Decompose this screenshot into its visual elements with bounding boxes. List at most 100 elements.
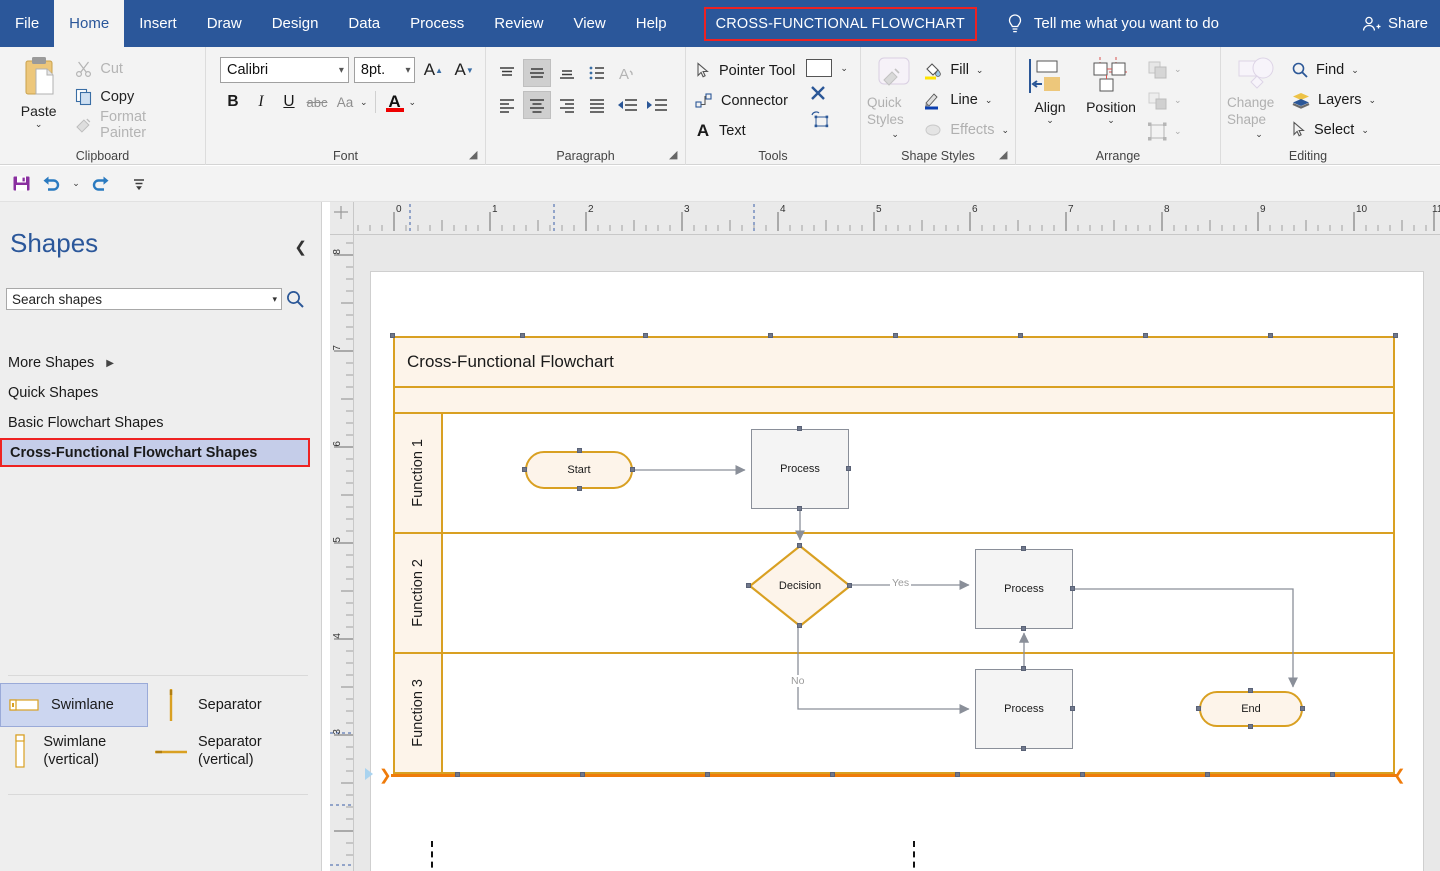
pointer-transform-icon[interactable] [809,109,831,129]
selection-handle[interactable] [830,772,835,777]
selection-arrow-left-icon[interactable]: ❯ [379,768,392,783]
pointer-tool-button[interactable]: Pointer Tool [692,57,798,84]
selection-handle[interactable] [577,486,582,491]
send-backward-dropdown-icon[interactable]: ⌄ [1174,95,1182,106]
group-dropdown-icon[interactable]: ⌄ [1174,126,1182,137]
stencil-item-separator-vertical[interactable]: Separator (vertical) [148,729,308,773]
selection-handle[interactable] [955,772,960,777]
selection-handle[interactable] [705,772,710,777]
quick-styles-button[interactable]: Quick Styles ⌄ [867,51,923,140]
selection-handle[interactable] [580,772,585,777]
selection-handle[interactable] [522,467,527,472]
selection-handle[interactable] [847,583,852,588]
find-dropdown-icon[interactable]: ⌄ [1351,65,1359,76]
font-size-combo[interactable]: 8pt. ▾ [354,57,416,83]
tab-insert[interactable]: Insert [124,0,192,47]
tab-data[interactable]: Data [333,0,395,47]
strikethrough-button[interactable]: abc [304,89,330,115]
chevron-down-icon[interactable]: ▾ [272,294,277,305]
line-button[interactable]: Line ⌄ [923,87,1009,113]
increase-font-size-button[interactable]: A▲ [420,57,446,83]
sidebar-item-cross-functional-flowchart-shapes[interactable]: Cross-Functional Flowchart Shapes [0,438,310,467]
change-case-dropdown-icon[interactable]: ⌄ [360,97,368,108]
tab-review[interactable]: Review [479,0,558,47]
align-left-button[interactable] [493,91,521,119]
rectangle-tool-icon[interactable] [806,59,832,77]
line-dropdown-icon[interactable]: ⌄ [985,95,993,106]
sidebar-item-more-shapes[interactable]: More Shapes ▶ [0,348,322,378]
font-color-dropdown-icon[interactable]: ⌄ [409,97,417,108]
tab-file[interactable]: File [0,0,54,47]
selection-handle[interactable] [630,467,635,472]
tab-draw[interactable]: Draw [192,0,257,47]
text-direction-button[interactable]: A [613,59,641,87]
copy-button[interactable]: Copy [71,85,199,109]
align-button[interactable]: Align ⌄ [1022,51,1078,126]
bring-forward-dropdown-icon[interactable]: ⌄ [1174,64,1182,75]
bring-forward-button[interactable]: ⌄ [1144,55,1184,84]
stencil-item-swimlane-vertical[interactable]: Swimlane (vertical) [0,729,148,773]
layers-button[interactable]: Layers ⌄ [1291,87,1376,113]
search-input[interactable]: Search shapes ▾ [6,288,282,310]
selection-handle[interactable] [1070,586,1075,591]
selection-handle[interactable] [1021,626,1026,631]
align-center-button[interactable] [523,91,551,119]
bold-button[interactable]: B [220,89,246,115]
quick-styles-dropdown-icon[interactable]: ⌄ [891,129,899,140]
group-button[interactable]: ⌄ [1144,117,1184,146]
selection-handle[interactable] [1205,772,1210,777]
font-color-button[interactable]: A [383,89,407,115]
drawing-canvas[interactable]: Cross-Functional Flowchart Function 1 [354,235,1440,871]
drawing-page[interactable]: Cross-Functional Flowchart Function 1 [370,271,1424,871]
customize-qat-icon[interactable] [126,171,152,197]
selection-arrow-right-icon[interactable]: ❮ [1393,768,1406,783]
selection-handle[interactable] [1248,688,1253,693]
change-shape-dropdown-icon[interactable]: ⌄ [1255,129,1263,140]
selection-handle[interactable] [797,543,802,548]
stencil-item-swimlane[interactable]: Swimlane [0,683,148,727]
connector-tool-button[interactable]: Connector [692,87,798,114]
save-icon[interactable] [8,171,34,197]
selection-handle[interactable] [1300,706,1305,711]
selection-handle[interactable] [797,426,802,431]
decrease-font-size-button[interactable]: A▼ [451,57,477,83]
horizontal-ruler[interactable]: 0 1 2 3 4 5 6 7 8 9 10 11 [354,202,1440,235]
text-tool-button[interactable]: A Text [692,117,798,144]
change-shape-button[interactable]: Change Shape ⌄ [1227,51,1291,140]
format-painter-button[interactable]: Format Painter [71,113,199,137]
selection-handle[interactable] [1196,706,1201,711]
rectangle-dropdown-icon[interactable]: ⌄ [840,63,848,74]
selection-handle[interactable] [1248,724,1253,729]
selection-handle[interactable] [1021,546,1026,551]
tab-view[interactable]: View [558,0,620,47]
lane-insert-triangle-icon[interactable] [365,768,373,780]
change-case-button[interactable]: Aa [332,89,358,115]
select-dropdown-icon[interactable]: ⌄ [1361,125,1369,136]
bullets-button[interactable] [583,59,611,87]
sidebar-item-quick-shapes[interactable]: Quick Shapes [0,378,322,408]
increase-indent-button[interactable] [643,91,671,119]
position-dropdown-icon[interactable]: ⌄ [1107,115,1115,126]
selection-handle[interactable] [797,623,802,628]
selection-handle[interactable] [455,772,460,777]
undo-dropdown-icon[interactable]: ⌄ [68,171,84,197]
selection-handle[interactable] [577,448,582,453]
paste-dropdown-icon[interactable]: ⌄ [35,119,43,130]
selection-handle[interactable] [746,583,751,588]
selection-handle[interactable] [1021,746,1026,751]
underline-button[interactable]: U [276,89,302,115]
tab-process[interactable]: Process [395,0,479,47]
tab-help[interactable]: Help [621,0,682,47]
selection-handle[interactable] [1330,772,1335,777]
decrease-indent-button[interactable] [613,91,641,119]
paste-button[interactable]: Paste ⌄ [6,51,71,130]
align-right-button[interactable] [553,91,581,119]
effects-button[interactable]: Effects ⌄ [923,117,1009,143]
find-button[interactable]: Find ⌄ [1291,57,1376,83]
selection-handle[interactable] [797,506,802,511]
redo-icon[interactable] [88,171,114,197]
effects-dropdown-icon[interactable]: ⌄ [1001,125,1009,136]
sidebar-item-basic-flowchart-shapes[interactable]: Basic Flowchart Shapes [0,408,322,438]
align-dropdown-icon[interactable]: ⌄ [1046,115,1054,126]
selection-bottom-edge[interactable] [391,774,1397,777]
